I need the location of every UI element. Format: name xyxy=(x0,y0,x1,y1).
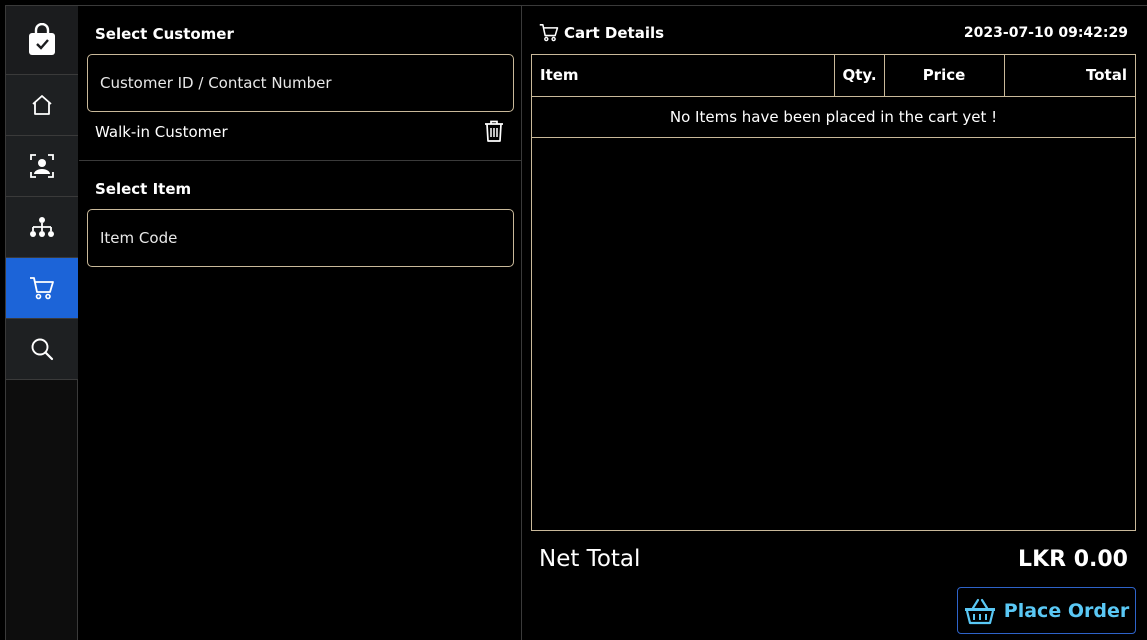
pos-app: Select Customer Walk-in Customer Select … xyxy=(5,5,1147,640)
net-total-value: LKR 0.00 xyxy=(1018,547,1128,572)
sidebar xyxy=(6,6,78,640)
column-qty: Qty. xyxy=(833,55,885,97)
column-price: Price xyxy=(883,55,1005,97)
select-customer-title: Select Customer xyxy=(95,25,234,43)
place-order-label: Place Order xyxy=(1003,599,1130,622)
shopping-bag-check-icon xyxy=(29,23,55,55)
current-datetime: 2023-07-10 09:42:29 xyxy=(963,25,1128,41)
sidebar-item-categories[interactable] xyxy=(6,197,78,258)
select-item-title: Select Item xyxy=(95,180,192,198)
table-row: No Items have been placed in the cart ye… xyxy=(532,95,1135,138)
column-item: Item xyxy=(532,55,835,97)
selection-panel: Select Customer Walk-in Customer Select … xyxy=(79,6,522,640)
place-order-button[interactable]: Place Order xyxy=(957,587,1136,634)
trash-icon xyxy=(485,120,503,142)
current-customer-label: Walk-in Customer xyxy=(95,123,228,141)
cart-header: Cart Details xyxy=(539,23,664,42)
basket-icon xyxy=(964,598,995,624)
cart-panel: Cart Details 2023-07-10 09:42:29 Item Qt… xyxy=(523,6,1147,640)
net-total-label: Net Total xyxy=(539,546,641,572)
cart-table: Item Qty. Price Total No Items have been… xyxy=(531,54,1136,531)
sidebar-item-search[interactable] xyxy=(6,319,78,380)
sidebar-item-cart[interactable] xyxy=(6,258,78,319)
divider xyxy=(79,160,522,161)
customer-search-input[interactable] xyxy=(87,54,514,112)
cart-title: Cart Details xyxy=(564,23,665,42)
home-icon xyxy=(32,95,52,115)
sidebar-item-customers[interactable] xyxy=(6,136,78,197)
search-icon xyxy=(31,338,54,361)
hierarchy-icon xyxy=(30,217,54,237)
remove-customer-button[interactable] xyxy=(483,119,505,147)
cart-outline-icon xyxy=(539,24,559,42)
sidebar-item-logo[interactable] xyxy=(6,6,78,75)
column-total: Total xyxy=(1003,55,1135,97)
customer-id-icon xyxy=(30,154,54,178)
empty-cart-message: No Items have been placed in the cart ye… xyxy=(532,95,1135,138)
sidebar-item-home[interactable] xyxy=(6,75,78,136)
cart-table-header: Item Qty. Price Total xyxy=(532,55,1135,97)
cart-icon xyxy=(30,277,54,300)
item-code-input[interactable] xyxy=(87,209,514,267)
